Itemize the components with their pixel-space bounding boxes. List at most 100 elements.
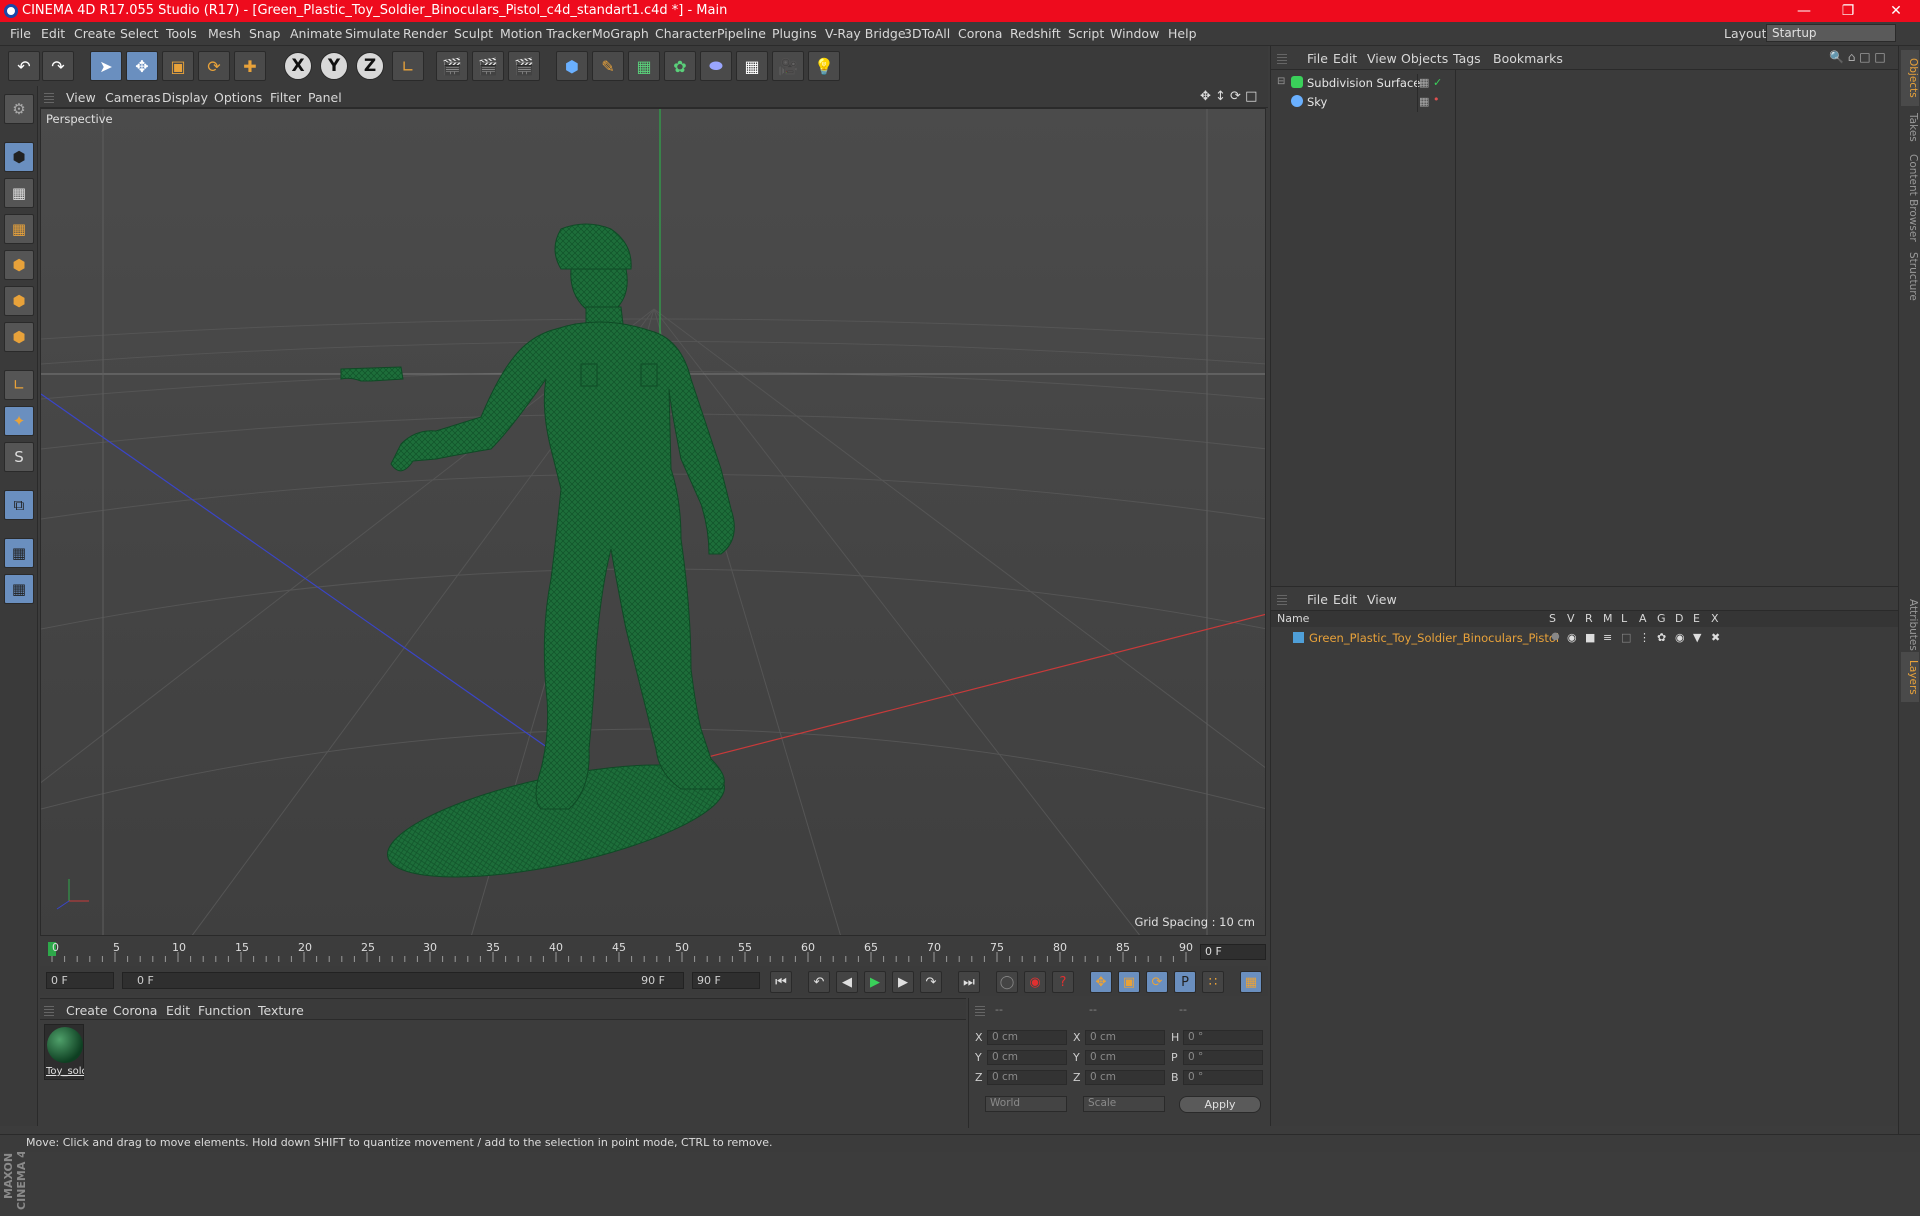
material-swatch[interactable]: Toy_sold (44, 1024, 84, 1080)
render-picture-viewer-icon[interactable]: 🎬 (472, 51, 504, 81)
viewport-menu-cameras[interactable]: Cameras (105, 90, 161, 105)
move-tool-icon[interactable]: ✥ (126, 51, 158, 81)
menu-vray-bridge[interactable]: V-Ray Bridge (825, 26, 906, 41)
material-menu-corona[interactable]: Corona (113, 1003, 157, 1018)
objects-menu-file[interactable]: File (1307, 51, 1328, 66)
objects-menu-bookmarks[interactable]: Bookmarks (1493, 51, 1563, 66)
layer-col-animation[interactable]: A (1639, 612, 1647, 625)
autokey-icon[interactable]: ◉ (1024, 971, 1046, 993)
workplane-mode-icon[interactable]: ▦ (4, 214, 34, 244)
end-frame-field[interactable]: 90 F (692, 972, 760, 989)
prev-frame-icon[interactable]: ◀ (836, 971, 858, 993)
coord-rot-h-field[interactable]: 0 ° (1183, 1030, 1263, 1045)
edges-mode-icon[interactable]: ⬢ (4, 286, 34, 316)
layer-row[interactable]: Green_Plastic_Toy_Soldier_Binoculars_Pis… (1271, 629, 1899, 648)
prev-key-icon[interactable]: ↶ (808, 971, 830, 993)
viewport-menu-view[interactable]: View (66, 90, 96, 105)
objects-menu-tags[interactable]: Tags (1453, 51, 1481, 66)
frame-range-slider[interactable]: 0 F 90 F (122, 972, 684, 989)
z-axis-lock-icon[interactable]: Z (356, 52, 384, 80)
layer-col-generators[interactable]: G (1657, 612, 1666, 625)
layer-tag-icon[interactable]: ▦ (1419, 76, 1429, 89)
next-frame-icon[interactable]: ▶ (892, 971, 914, 993)
layers-menu-view[interactable]: View (1367, 592, 1397, 607)
scale-tool-icon[interactable]: ▣ (162, 51, 194, 81)
panel-grip-icon[interactable] (44, 1004, 54, 1016)
layer-expressions-icon[interactable]: ▼ (1693, 631, 1701, 644)
coord-size-x-field[interactable]: 0 cm (1085, 1030, 1165, 1045)
panel-grip-icon[interactable] (975, 1004, 985, 1016)
menu-pipeline[interactable]: Pipeline (717, 26, 766, 41)
layer-color-swatch[interactable] (1293, 632, 1304, 643)
object-row-sky[interactable]: Sky ▦ • (1271, 93, 1899, 112)
objects-menu-edit[interactable]: Edit (1333, 51, 1357, 66)
restore-button[interactable]: ❐ (1826, 0, 1870, 22)
menu-corona[interactable]: Corona (958, 26, 1002, 41)
points-mode-icon[interactable]: ⬢ (4, 250, 34, 280)
viewport-perspective[interactable]: Perspective Grid Spacing : 10 cm (40, 108, 1266, 936)
mograph-cloner-icon[interactable]: ✿ (664, 51, 696, 81)
menu-motion-tracker[interactable]: Motion Tracker (500, 26, 591, 41)
layer-render-icon[interactable]: ■ (1585, 631, 1595, 644)
tweak-mode-icon[interactable]: ✦ (4, 406, 34, 436)
menu-mesh[interactable]: Mesh (208, 26, 241, 41)
material-menu-function[interactable]: Function (198, 1003, 251, 1018)
menu-snap[interactable]: Snap (249, 26, 280, 41)
go-to-start-icon[interactable]: ⏮ (770, 971, 792, 993)
layer-col-deformers[interactable]: D (1675, 612, 1683, 625)
transform-tool-icon[interactable]: ✚ (234, 51, 266, 81)
redo-icon[interactable]: ↷ (42, 51, 74, 81)
menu-mograph[interactable]: MoGraph (592, 26, 649, 41)
coord-size-mode-select[interactable]: Scale (1083, 1096, 1165, 1112)
coord-rot-b-field[interactable]: 0 ° (1183, 1070, 1263, 1085)
layers-menu-edit[interactable]: Edit (1333, 592, 1357, 607)
menu-edit[interactable]: Edit (41, 26, 65, 41)
menu-plugins[interactable]: Plugins (772, 26, 817, 41)
timeline-window-icon[interactable]: ▦ (1240, 971, 1262, 993)
enabled-check-icon[interactable]: ✓ (1433, 76, 1442, 89)
viewport-navigation-icons[interactable]: ✥ ↕ ⟳ □ (1200, 89, 1257, 104)
menu-tools[interactable]: Tools (166, 26, 197, 41)
key-pla-icon[interactable]: ∷ (1202, 971, 1224, 993)
viewport-menu-panel[interactable]: Panel (308, 90, 342, 105)
menu-simulate[interactable]: Simulate (345, 26, 400, 41)
menu-help[interactable]: Help (1168, 26, 1197, 41)
axis-mode-icon[interactable]: ∟ (4, 370, 34, 400)
material-menu-texture[interactable]: Texture (258, 1003, 304, 1018)
close-button[interactable]: ✕ (1874, 0, 1918, 22)
key-position-icon[interactable]: ✥ (1090, 971, 1112, 993)
planar-workplane-icon[interactable]: ▦ (4, 574, 34, 604)
minimize-button[interactable]: — (1782, 0, 1826, 22)
menu-character[interactable]: Character (655, 26, 717, 41)
coord-pos-x-field[interactable]: 0 cm (987, 1030, 1067, 1045)
menu-animate[interactable]: Animate (290, 26, 342, 41)
menu-render[interactable]: Render (403, 26, 448, 41)
menu-select[interactable]: Select (120, 26, 159, 41)
record-keys-icon[interactable]: ◯ (996, 971, 1018, 993)
layer-solo-icon[interactable]: ● (1551, 631, 1560, 642)
layout-select[interactable]: Startup (1766, 24, 1896, 42)
coord-mode-select[interactable]: World (985, 1096, 1067, 1112)
coord-pos-y-field[interactable]: 0 cm (987, 1050, 1067, 1065)
x-axis-lock-icon[interactable]: X (284, 52, 312, 80)
cube-object-icon[interactable]: ⬢ (556, 51, 588, 81)
current-frame-field[interactable]: 0 F (1200, 944, 1266, 960)
layer-view-icon[interactable]: ◉ (1567, 631, 1577, 644)
panel-grip-icon[interactable] (1277, 593, 1287, 605)
tab-objects[interactable]: Objects (1901, 50, 1919, 106)
layer-deformers-icon[interactable]: ◉ (1675, 631, 1685, 644)
floor-object-icon[interactable]: ▦ (736, 51, 768, 81)
menu-create[interactable]: Create (74, 26, 116, 41)
texture-mode-icon[interactable]: ▦ (4, 178, 34, 208)
key-rotation-icon[interactable]: ⟳ (1146, 971, 1168, 993)
expand-icon[interactable]: ⊟ (1277, 76, 1285, 87)
next-key-icon[interactable]: ↷ (920, 971, 942, 993)
coord-pos-z-field[interactable]: 0 cm (987, 1070, 1067, 1085)
y-axis-lock-icon[interactable]: Y (320, 52, 348, 80)
keyframe-selection-icon[interactable]: ? (1052, 971, 1074, 993)
layer-xref-icon[interactable]: ✖ (1711, 631, 1720, 644)
panel-grip-icon[interactable] (44, 91, 54, 103)
model-mode-icon[interactable]: ⬢ (4, 142, 34, 172)
layer-generators-icon[interactable]: ✿ (1657, 631, 1666, 644)
timeline-ruler[interactable]: 0 5 10 15 20 25 30 35 40 45 50 55 60 65 … (40, 936, 1268, 966)
